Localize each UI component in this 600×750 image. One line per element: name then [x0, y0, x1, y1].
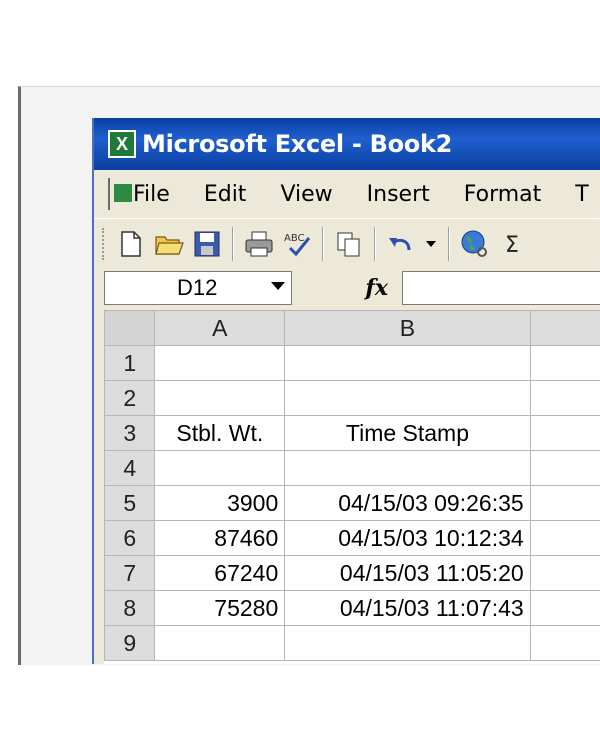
- copy-icon[interactable]: [333, 228, 365, 260]
- table-row: 3 Stbl. Wt. Time Stamp: [104, 415, 600, 451]
- cell-c4[interactable]: [529, 450, 600, 486]
- cell-table: A B 1 2 3 Stbl. Wt. Time Stamp 4 5 3900 …: [104, 310, 600, 661]
- menu-view[interactable]: View: [263, 182, 349, 207]
- table-row: 8 75280 04/15/03 11:07:43: [104, 590, 600, 626]
- cell-a1[interactable]: [154, 345, 286, 381]
- column-header-row: A B: [104, 310, 600, 346]
- workbook-icon[interactable]: [108, 178, 132, 210]
- row-header[interactable]: 2: [104, 380, 156, 416]
- chevron-down-icon[interactable]: [271, 282, 285, 290]
- toolbar-separator: [232, 227, 234, 261]
- excel-window: X Microsoft Excel - Book2 File Edit View…: [92, 118, 600, 664]
- cell-c5[interactable]: [529, 485, 600, 521]
- column-header-a[interactable]: A: [154, 310, 286, 346]
- cell-a2[interactable]: [154, 380, 286, 416]
- web-globe-icon[interactable]: [459, 228, 491, 260]
- table-row: 7 67240 04/15/03 11:05:20: [104, 555, 600, 591]
- cell-c7[interactable]: [529, 555, 600, 591]
- autosum-icon[interactable]: Σ: [497, 228, 529, 260]
- print-icon[interactable]: [243, 228, 275, 260]
- row-header[interactable]: 3: [104, 415, 156, 451]
- cell-a4[interactable]: [154, 450, 286, 486]
- table-row: 9: [104, 625, 600, 661]
- menu-insert[interactable]: Insert: [350, 182, 447, 207]
- spelling-icon[interactable]: ABC: [281, 228, 313, 260]
- cell-b7[interactable]: 04/15/03 11:05:20: [284, 555, 531, 591]
- excel-app-icon: X: [108, 130, 136, 158]
- title-bar[interactable]: X Microsoft Excel - Book2: [94, 118, 600, 170]
- toolbar-grip[interactable]: [102, 228, 108, 260]
- formula-bar: D12 fx: [94, 268, 600, 308]
- cell-a8[interactable]: 75280: [154, 590, 286, 626]
- new-document-icon[interactable]: [115, 228, 147, 260]
- cell-c8[interactable]: [529, 590, 600, 626]
- cell-b4[interactable]: [284, 450, 531, 486]
- table-row: 2: [104, 380, 600, 416]
- dropdown-arrow-icon[interactable]: [423, 228, 439, 260]
- toolbar-separator: [322, 227, 324, 261]
- column-header-c[interactable]: [529, 310, 600, 346]
- cell-b8[interactable]: 04/15/03 11:07:43: [284, 590, 531, 626]
- cell-a5[interactable]: 3900: [154, 485, 286, 521]
- cell-a3[interactable]: Stbl. Wt.: [154, 415, 286, 451]
- menu-bar: File Edit View Insert Format T: [94, 170, 600, 218]
- svg-text:ABC: ABC: [284, 233, 305, 244]
- open-folder-icon[interactable]: [153, 228, 185, 260]
- cell-c3[interactable]: [529, 415, 600, 451]
- cell-c1[interactable]: [529, 345, 600, 381]
- row-header[interactable]: 1: [104, 345, 156, 381]
- toolbar-separator: [374, 227, 376, 261]
- cell-b3[interactable]: Time Stamp: [284, 415, 531, 451]
- window-title: Microsoft Excel - Book2: [142, 130, 453, 158]
- cell-a7[interactable]: 67240: [154, 555, 286, 591]
- standard-toolbar: ABC Σ: [94, 218, 600, 269]
- cell-b9[interactable]: [284, 625, 531, 661]
- table-row: 6 87460 04/15/03 10:12:34: [104, 520, 600, 556]
- cell-b1[interactable]: [284, 345, 531, 381]
- spreadsheet-grid: A B 1 2 3 Stbl. Wt. Time Stamp 4 5 3900 …: [104, 310, 600, 664]
- name-box[interactable]: D12: [104, 271, 292, 305]
- cell-c9[interactable]: [529, 625, 600, 661]
- row-header[interactable]: 5: [104, 485, 156, 521]
- row-header[interactable]: 6: [104, 520, 156, 556]
- menu-tools[interactable]: T: [558, 182, 600, 207]
- undo-icon[interactable]: [385, 228, 417, 260]
- column-header-b[interactable]: B: [284, 310, 531, 346]
- row-header[interactable]: 9: [104, 625, 156, 661]
- cell-a9[interactable]: [154, 625, 286, 661]
- menu-edit[interactable]: Edit: [187, 182, 264, 207]
- table-row: 4: [104, 450, 600, 486]
- table-row: 5 3900 04/15/03 09:26:35: [104, 485, 600, 521]
- save-icon[interactable]: [191, 228, 223, 260]
- formula-input[interactable]: [402, 271, 600, 305]
- row-header[interactable]: 7: [104, 555, 156, 591]
- name-box-value: D12: [177, 275, 218, 300]
- cell-c2[interactable]: [529, 380, 600, 416]
- cell-c6[interactable]: [529, 520, 600, 556]
- table-row: 1: [104, 345, 600, 381]
- row-header[interactable]: 8: [104, 590, 156, 626]
- cell-b6[interactable]: 04/15/03 10:12:34: [284, 520, 531, 556]
- cell-b5[interactable]: 04/15/03 09:26:35: [284, 485, 531, 521]
- svg-text:Σ: Σ: [505, 233, 519, 258]
- cell-b2[interactable]: [284, 380, 531, 416]
- toolbar-separator: [448, 227, 450, 261]
- cell-a6[interactable]: 87460: [154, 520, 286, 556]
- select-all-corner[interactable]: [104, 310, 156, 346]
- row-header[interactable]: 4: [104, 450, 156, 486]
- menu-format[interactable]: Format: [447, 182, 559, 207]
- insert-function-icon[interactable]: fx: [292, 275, 402, 301]
